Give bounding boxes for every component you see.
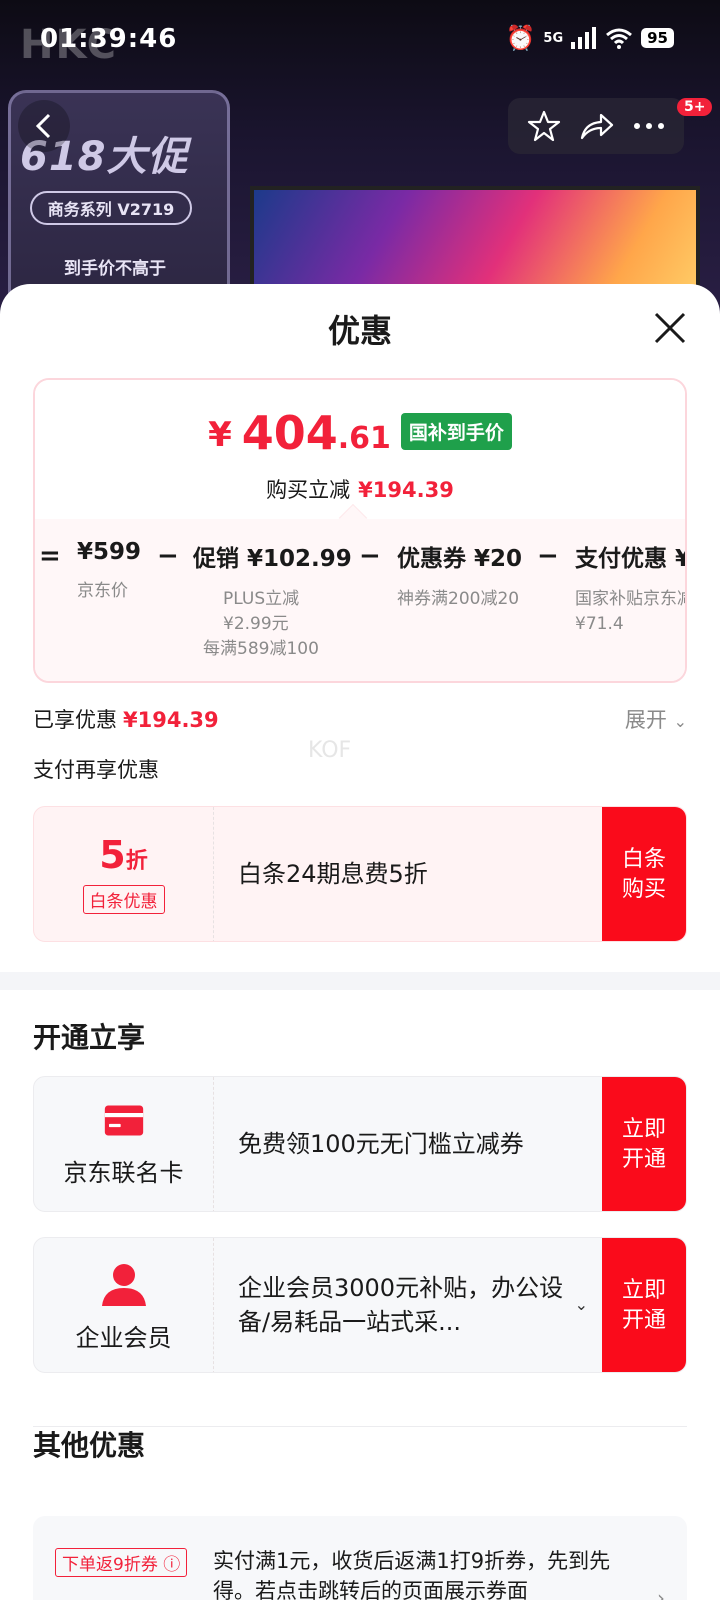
discount-unit: 折	[125, 849, 148, 874]
purchase-discount-value: ¥194.39	[358, 478, 454, 502]
chevron-right-icon: ›	[657, 1586, 665, 1600]
more-icon[interactable]	[633, 122, 665, 130]
section-divider	[0, 972, 720, 990]
price-currency: ¥	[208, 415, 232, 455]
sheet-title: 优惠	[327, 312, 392, 350]
member-desc: 企业会员3000元补贴，办公设备/易耗品一站式采...	[238, 1274, 564, 1336]
breakdown-desc: PLUS立减¥2.99元	[223, 589, 300, 634]
applied-value: ¥194.39	[123, 708, 219, 732]
applied-label: 已享优惠	[33, 708, 117, 732]
baitiao-buy-button[interactable]: 白条购买	[602, 807, 686, 941]
baitiao-desc: 白条24期息费5折	[238, 860, 428, 888]
promo-price-label: 到手价不高于	[64, 259, 166, 279]
purchase-discount-label: 购买立减	[266, 478, 351, 502]
battery-indicator: 95	[641, 28, 674, 48]
price-summary: ¥ 404 .61 国补到手价 购买立减 ¥194.39	[35, 380, 685, 522]
member-name: 企业会员	[75, 1323, 172, 1352]
back-arrow-icon	[35, 113, 51, 139]
promo-series: 商务系列 V2719	[30, 191, 192, 225]
expand-label: 展开	[624, 708, 667, 732]
baitiao-discount: 5折 白条优惠	[34, 807, 214, 941]
breakdown-item-coupon: 优惠券 ¥20 神券满200减20	[397, 539, 537, 612]
signal-icon	[571, 27, 597, 49]
card-desc: 免费领100元无门槛立减券	[238, 1130, 524, 1158]
operator-minus: −	[157, 541, 179, 571]
jd-card-offer: 京东联名卡 免费领100元无门槛立减券 立即开通	[33, 1076, 687, 1212]
breakdown-desc: 京东价	[77, 581, 128, 601]
network-label: 5G	[543, 30, 564, 46]
user-icon	[101, 1263, 146, 1306]
final-price: ¥ 404 .61 国补到手价	[35, 410, 685, 456]
return-coupon-offer[interactable]: 下单返9折券 ⓘ 实付满1元，收货后返满1打9折券，先到先得。若点击跳转后的页面…	[33, 1516, 687, 1600]
watermark: KOF	[308, 738, 352, 763]
breakdown-label: 优惠券 ¥20	[397, 546, 523, 572]
baitiao-tag: 白条优惠	[82, 885, 165, 914]
share-icon[interactable]	[579, 111, 615, 141]
jd-card-left: 京东联名卡	[34, 1077, 214, 1211]
chevron-down-icon: ⌄	[574, 1295, 588, 1314]
close-icon[interactable]	[650, 308, 690, 348]
enterprise-left: 企业会员	[34, 1238, 214, 1372]
other-section-title: 其他优惠	[33, 1429, 146, 1462]
enterprise-member-offer: 企业会员 企业会员3000元补贴，办公设备/易耗品一站式采... ⌄ 立即开通	[33, 1237, 687, 1373]
applied-discount-row: 已享优惠 ¥194.39 展开 ⌄	[33, 704, 687, 734]
credit-card-icon	[104, 1105, 143, 1135]
return-coupon-text: 实付满1元，收货后返满1打9折券，先到先得。若点击跳转后的页面展示券面	[213, 1549, 611, 1600]
status-icons: ⏰ 5G 95	[506, 26, 674, 50]
operator-minus: −	[537, 541, 559, 571]
back-button[interactable]	[18, 100, 70, 152]
status-bar: 01:39:46 ⏰ 5G 95	[0, 0, 720, 80]
discount-value: 5	[99, 833, 126, 877]
price-integer: 404	[241, 406, 338, 460]
pay-more-label: 支付再享优惠	[33, 758, 159, 782]
message-badge: 5+	[677, 98, 713, 116]
purchase-discount: 购买立减 ¥194.39	[35, 474, 685, 504]
breakdown-label: 支付优惠 ¥	[575, 546, 687, 572]
discount-sheet: 优惠 ¥ 404 .61 国补到手价 购买立减 ¥194.39 = ¥599 京东…	[0, 284, 720, 1600]
price-breakdown-card: ¥ 404 .61 国补到手价 购买立减 ¥194.39 = ¥599 京东价 −…	[33, 378, 687, 683]
member-desc-wrap[interactable]: 企业会员3000元补贴，办公设备/易耗品一站式采... ⌄	[214, 1238, 602, 1372]
expand-button[interactable]: 展开 ⌄	[625, 704, 687, 734]
card-name: 京东联名卡	[63, 1158, 184, 1187]
breakdown-desc-secondary: 每满589减100	[203, 639, 319, 659]
breakdown-item-promo: 促销 ¥102.99 PLUS立减¥2.99元 每满589减100	[193, 539, 353, 662]
top-action-bar	[508, 98, 684, 154]
breakdown-desc: 国家补贴京东减¥71.4	[575, 589, 687, 634]
activate-section-title: 开通立享	[33, 1021, 146, 1054]
breakdown-label: 促销 ¥102.99	[193, 546, 352, 572]
breakdown-item-payment: 支付优惠 ¥ 国家补贴京东减¥71.4	[575, 539, 687, 637]
info-icon[interactable]: ⓘ	[163, 1555, 180, 1575]
breakdown-desc: 神券满200减20	[397, 589, 520, 609]
wifi-icon	[606, 28, 633, 49]
chevron-down-icon: ⌄	[673, 712, 687, 731]
breakdown-panel[interactable]: = ¥599 京东价 − 促销 ¥102.99 PLUS立减¥2.99元 每满5…	[35, 519, 687, 681]
return-coupon-tag: 下单返9折券 ⓘ	[55, 1548, 188, 1577]
price-decimal: .61	[337, 421, 391, 456]
activate-member-button[interactable]: 立即开通	[602, 1238, 686, 1372]
status-time: 01:39:46	[40, 24, 178, 54]
favorite-star-icon[interactable]	[527, 109, 561, 143]
gov-subsidy-badge: 国补到手价	[400, 413, 512, 450]
operator-minus: −	[359, 541, 381, 571]
activate-card-button[interactable]: 立即开通	[602, 1077, 686, 1211]
alarm-icon: ⏰	[505, 24, 536, 52]
baitiao-offer-card: 5折 白条优惠 白条24期息费5折 白条购买	[33, 806, 687, 942]
return-tag-label: 下单返9折券	[62, 1555, 158, 1575]
operator-equals: =	[39, 541, 61, 571]
